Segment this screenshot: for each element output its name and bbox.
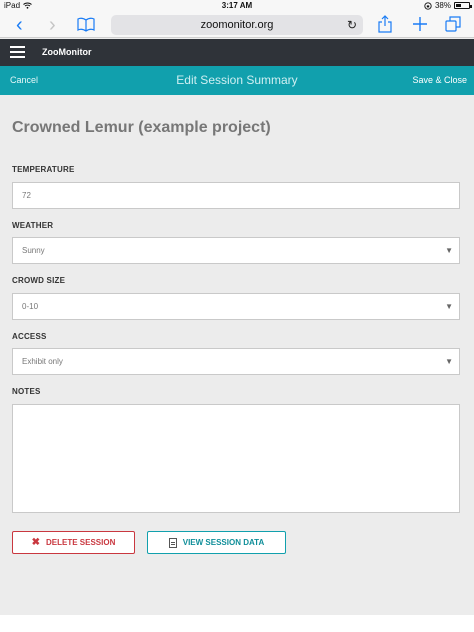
view-session-data-button[interactable]: VIEW SESSION DATA [147, 531, 286, 554]
weather-label: WEATHER [12, 221, 54, 230]
crowd-size-value: 0-10 [22, 302, 39, 311]
delete-session-button[interactable]: ✖ DELETE SESSION [12, 531, 135, 554]
crowd-size-select[interactable]: 0-10 ▼ [12, 293, 460, 320]
address-bar[interactable]: zoomonitor.org ↻ [111, 15, 363, 35]
close-icon: ✖ [31, 537, 41, 548]
view-session-data-label: VIEW SESSION DATA [182, 538, 265, 547]
caret-down-icon: ▼ [445, 302, 453, 311]
page-footer-strip [0, 615, 474, 632]
access-value: Exhibit only [22, 357, 63, 366]
weather-select[interactable]: Sunny ▼ [12, 237, 460, 264]
notes-textarea[interactable] [12, 404, 460, 513]
tabs-icon[interactable] [445, 16, 461, 32]
url-text: zoomonitor.org [200, 19, 274, 31]
app-header: ZooMonitor [0, 39, 474, 66]
chevron-right-icon[interactable]: › [49, 15, 56, 35]
battery-percent: 38% [434, 1, 451, 10]
main-content: Crowned Lemur (example project) TEMPERAT… [0, 95, 474, 615]
save-close-button[interactable]: Save & Close [412, 66, 467, 95]
temperature-label: TEMPERATURE [12, 165, 75, 174]
crowd-size-label: CROWD SIZE [12, 276, 66, 285]
reload-icon[interactable]: ↻ [347, 15, 357, 35]
orientation-lock-icon [424, 1, 432, 10]
status-time: 3:17 AM [221, 1, 253, 10]
edit-bar: Cancel Edit Session Summary Save & Close [0, 66, 474, 95]
notes-label: NOTES [12, 387, 41, 396]
temperature-input[interactable]: 72 [12, 182, 460, 209]
temperature-value: 72 [22, 191, 31, 200]
caret-down-icon: ▼ [445, 246, 453, 255]
book-icon[interactable] [77, 17, 95, 32]
battery-icon [454, 2, 472, 9]
access-select[interactable]: Exhibit only ▼ [12, 348, 460, 375]
chevron-left-icon[interactable]: ‹ [16, 15, 23, 35]
browser-toolbar: ‹ › zoomonitor.org ↻ [0, 12, 474, 38]
weather-value: Sunny [22, 246, 45, 255]
edit-bar-title: Edit Session Summary [176, 73, 298, 87]
delete-session-label: DELETE SESSION [46, 538, 116, 547]
caret-down-icon: ▼ [445, 357, 453, 366]
page-title: Crowned Lemur (example project) [12, 119, 271, 136]
access-label: ACCESS [12, 332, 47, 341]
app-brand[interactable]: ZooMonitor [42, 39, 91, 66]
hamburger-icon[interactable] [10, 46, 25, 58]
plus-icon[interactable] [412, 16, 428, 32]
status-bar: iPad 3:17 AM 38% [0, 0, 474, 12]
document-icon [168, 537, 177, 548]
share-icon[interactable] [378, 15, 392, 33]
